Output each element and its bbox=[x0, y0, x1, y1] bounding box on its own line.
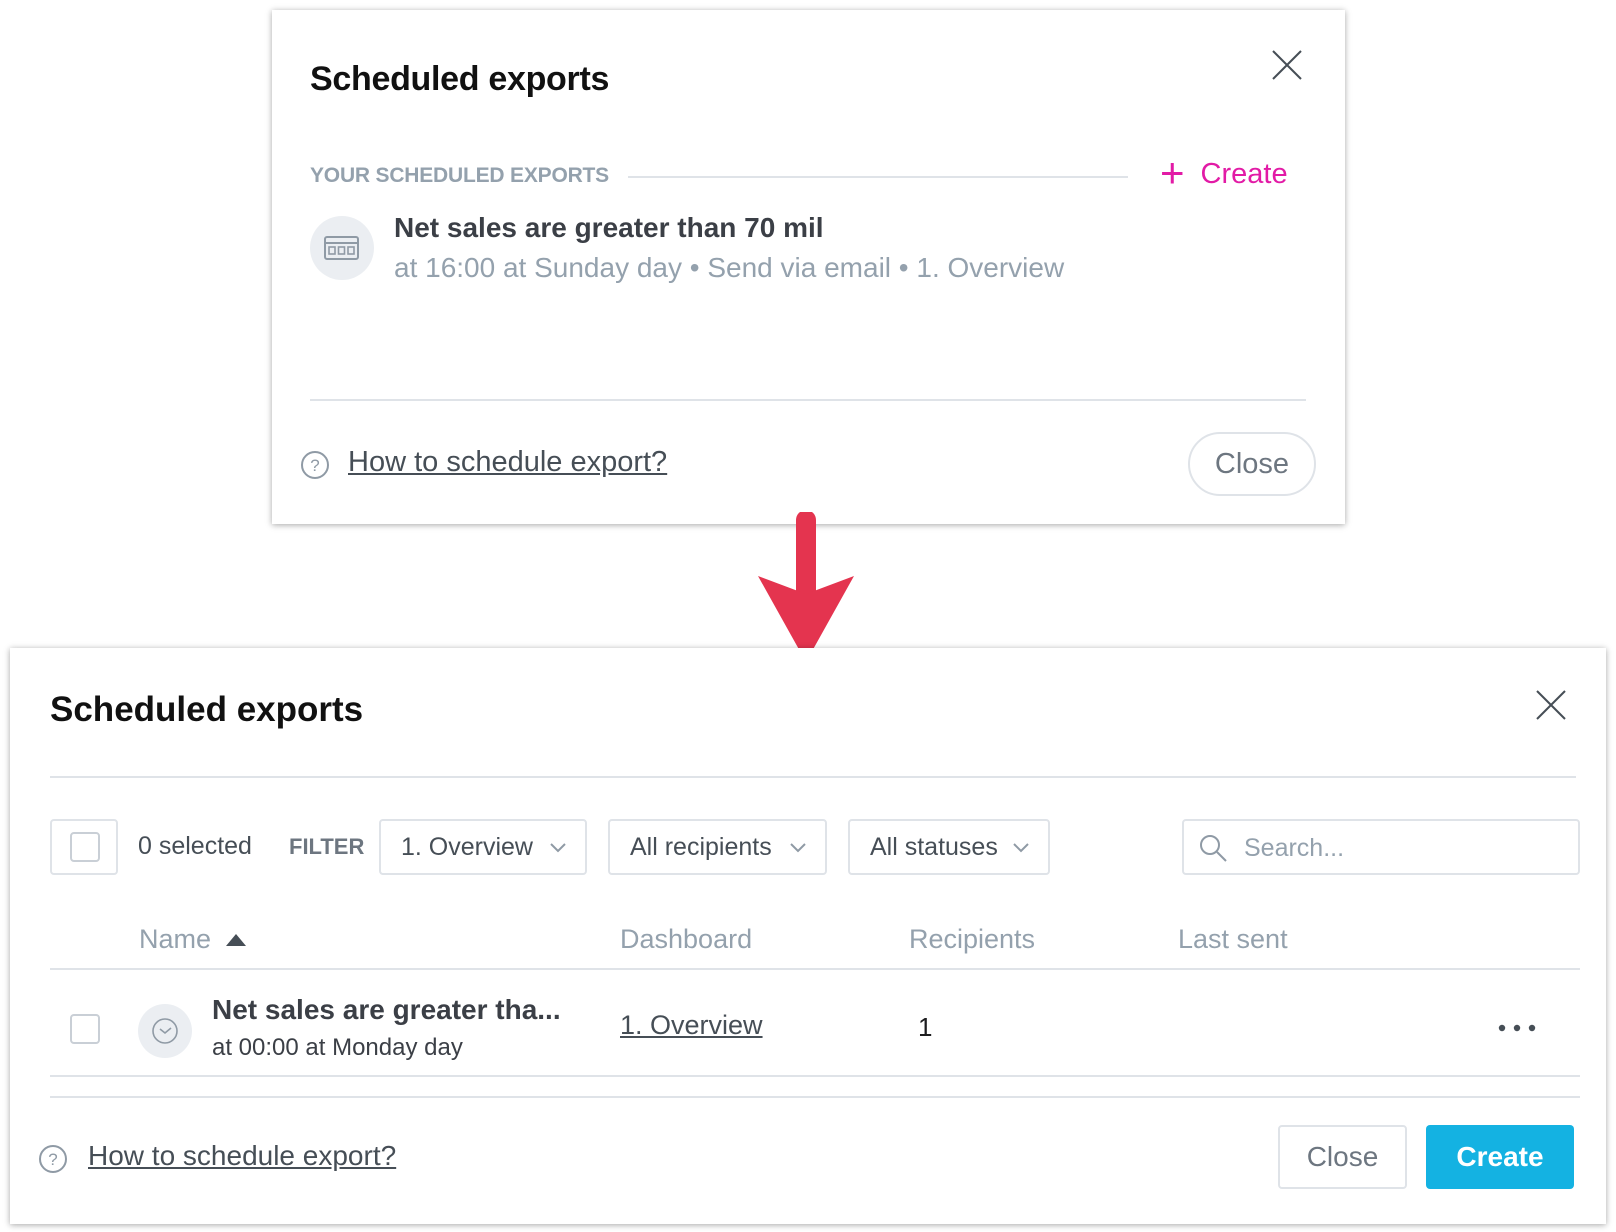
svg-text:?: ? bbox=[48, 1150, 57, 1169]
search-box[interactable] bbox=[1182, 819, 1580, 875]
old-scheduled-exports-dialog: Scheduled exports YOUR SCHEDULED EXPORTS… bbox=[272, 10, 1345, 524]
row-checkbox[interactable] bbox=[70, 1014, 100, 1044]
dropdown-value: All recipients bbox=[630, 832, 772, 861]
help-icon: ? bbox=[301, 451, 329, 479]
column-header-name[interactable]: Name bbox=[139, 924, 247, 955]
export-item-title[interactable]: Net sales are greater than 70 mil bbox=[394, 212, 824, 244]
dialog-title: Scheduled exports bbox=[50, 690, 364, 729]
divider bbox=[50, 1075, 1580, 1077]
table-row[interactable]: Net sales are greater tha... at 00:00 at… bbox=[50, 970, 1580, 1076]
export-item-meta: at 16:00 at Sunday day • Send via email … bbox=[394, 252, 1065, 283]
recipients-filter-dropdown[interactable]: All recipients bbox=[608, 819, 827, 875]
chevron-down-icon bbox=[550, 843, 566, 853]
section-label: YOUR SCHEDULED EXPORTS bbox=[310, 164, 609, 187]
column-header-recipients[interactable]: Recipients bbox=[909, 924, 1035, 955]
checkbox[interactable] bbox=[70, 832, 100, 862]
divider bbox=[50, 776, 1576, 778]
create-label: Create bbox=[1200, 158, 1288, 190]
plus-icon: + bbox=[1160, 148, 1185, 196]
search-icon bbox=[1200, 835, 1227, 862]
close-button[interactable]: Close bbox=[1188, 432, 1316, 496]
dialog-title: Scheduled exports bbox=[310, 60, 610, 98]
dashboard-filter-dropdown[interactable]: 1. Overview bbox=[379, 819, 587, 875]
svg-text:?: ? bbox=[310, 456, 319, 475]
row-recipients-count: 1 bbox=[918, 1012, 933, 1042]
help-link[interactable]: How to schedule export? bbox=[348, 446, 667, 479]
status-filter-dropdown[interactable]: All statuses bbox=[848, 819, 1050, 875]
column-header-label: Name bbox=[139, 924, 212, 954]
dashboard-icon bbox=[310, 216, 374, 280]
search-input[interactable] bbox=[1242, 829, 1566, 867]
new-scheduled-exports-dialog: Scheduled exports 0 selected FILTER 1. O… bbox=[10, 648, 1606, 1224]
row-name[interactable]: Net sales are greater tha... bbox=[212, 994, 561, 1026]
divider bbox=[310, 399, 1306, 401]
divider bbox=[50, 1096, 1580, 1098]
dropdown-value: 1. Overview bbox=[401, 832, 533, 861]
chevron-down-icon bbox=[790, 843, 806, 853]
column-header-last-sent[interactable]: Last sent bbox=[1178, 924, 1288, 955]
filter-label: FILTER bbox=[289, 834, 365, 859]
selected-count: 0 selected bbox=[138, 832, 252, 860]
divider bbox=[628, 176, 1128, 178]
row-schedule: at 00:00 at Monday day bbox=[212, 1034, 463, 1061]
select-all-checkbox[interactable] bbox=[50, 819, 118, 875]
sort-ascending-icon bbox=[226, 933, 247, 946]
more-options-icon[interactable] bbox=[1496, 1022, 1538, 1034]
close-icon[interactable] bbox=[1270, 48, 1304, 82]
help-icon: ? bbox=[39, 1145, 67, 1173]
close-icon[interactable] bbox=[1534, 688, 1568, 722]
create-button[interactable]: Create bbox=[1426, 1125, 1574, 1189]
column-header-dashboard[interactable]: Dashboard bbox=[620, 924, 752, 955]
close-button[interactable]: Close bbox=[1278, 1125, 1407, 1189]
dropdown-value: All statuses bbox=[870, 832, 998, 861]
help-link[interactable]: How to schedule export? bbox=[88, 1140, 396, 1172]
create-link[interactable]: + Create bbox=[1160, 148, 1288, 196]
clock-icon bbox=[138, 1004, 192, 1058]
row-dashboard-link[interactable]: 1. Overview bbox=[620, 1010, 763, 1041]
chevron-down-icon bbox=[1013, 843, 1029, 853]
